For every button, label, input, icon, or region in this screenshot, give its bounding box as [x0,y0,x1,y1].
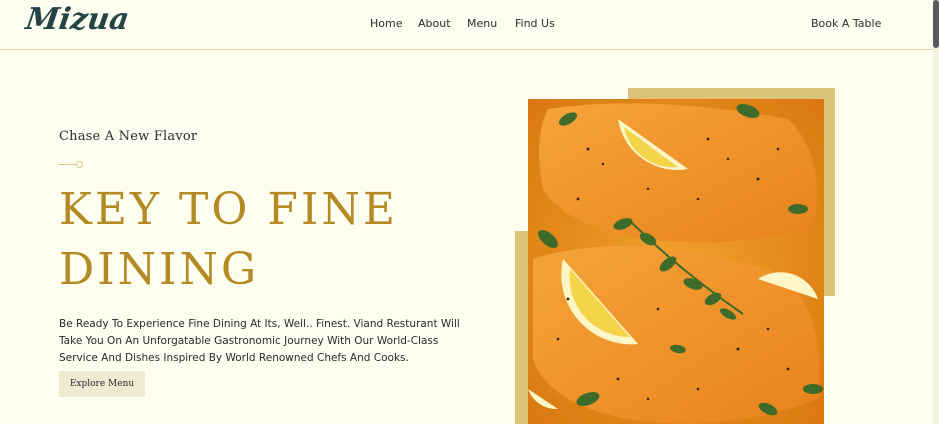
hero-description: Be Ready To Experience Fine Dining At It… [59,318,460,364]
headline-line-2: DINING [59,244,260,295]
divider-dot-icon [76,161,83,168]
hero-headline: KEY TO FINE DINING [59,180,399,300]
hero-tagline: Chase A New Flavor [59,129,198,144]
site-header: Mizua Home About Menu Find Us Book A Tab… [0,0,933,50]
nav-find-us-link[interactable]: Find Us [515,17,555,30]
nav-about-link[interactable]: About [418,17,451,30]
headline-line-1: KEY TO FINE [59,184,398,235]
nav-home-link[interactable]: Home [370,17,402,30]
tagline-divider [59,164,77,165]
book-table-link[interactable]: Book A Table [811,17,881,30]
scrollbar-track[interactable] [933,0,939,424]
explore-menu-button[interactable]: Explore Menu [59,371,145,397]
image-frame-bottom [515,231,529,424]
salmon-dish-illustration [528,99,824,424]
nav-menu-link[interactable]: Menu [467,17,497,30]
main-nav: Home About Menu Find Us Book A Table [0,17,933,33]
hero-food-image [528,99,824,424]
scrollbar-thumb[interactable] [933,0,939,48]
